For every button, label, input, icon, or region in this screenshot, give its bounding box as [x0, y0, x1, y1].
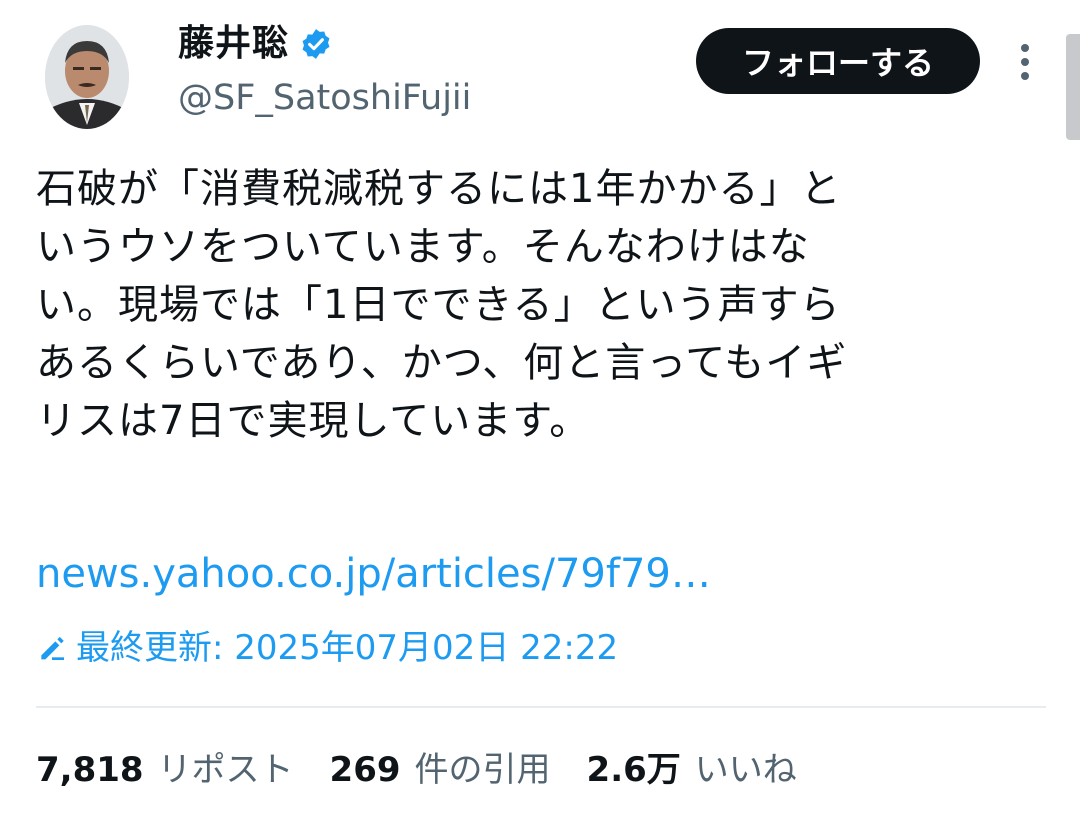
avatar[interactable]: [45, 25, 129, 129]
author-handle[interactable]: @SF_SatoshiFujii: [178, 76, 471, 120]
edit-pencil-icon: [41, 636, 64, 660]
stat-label: 件の引用: [414, 750, 551, 790]
stat-number: 269: [329, 750, 401, 790]
tweet-header: 藤井聡 @SF_SatoshiFujii フォローする: [0, 0, 1080, 140]
tweet-text: 石破が「消費税減税するには1年かかる」と いうウソをついています。そんなわけはな…: [36, 166, 848, 444]
engagement-stats: 7,818 リポスト 269 件の引用 2.6万 いいね: [36, 746, 833, 794]
stat-label: いいね: [694, 750, 797, 790]
tweet-link[interactable]: news.yahoo.co.jp/articles/79f79…: [36, 545, 711, 603]
stat-label: リポスト: [157, 750, 294, 790]
repost-count[interactable]: 7,818 リポスト: [36, 746, 294, 794]
more-options-icon[interactable]: [1010, 40, 1040, 84]
follow-button[interactable]: フォローする: [696, 28, 980, 94]
author-name[interactable]: 藤井聡: [178, 20, 289, 68]
divider: [36, 706, 1046, 708]
edited-label: 最終更新: 2025年07月02日 22:22: [76, 628, 619, 668]
author-name-row: 藤井聡: [178, 20, 333, 68]
like-count[interactable]: 2.6万 いいね: [587, 746, 797, 794]
stat-number: 7,818: [36, 750, 144, 790]
scrollbar[interactable]: [1066, 34, 1080, 140]
edited-indicator[interactable]: 最終更新: 2025年07月02日 22:22: [36, 624, 618, 672]
verified-badge-icon: [299, 27, 333, 61]
quote-count[interactable]: 269 件の引用: [330, 746, 551, 794]
stat-number: 2.6万: [586, 750, 681, 790]
